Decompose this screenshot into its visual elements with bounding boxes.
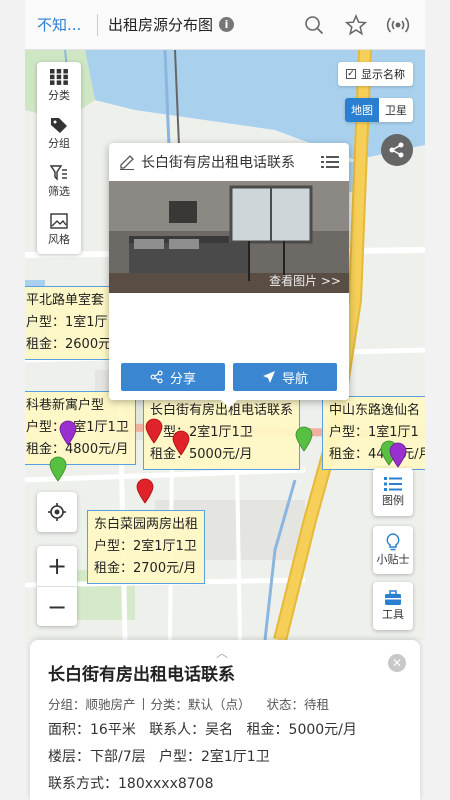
map-label-type: 户型：2室1厅1卫 (26, 420, 129, 435)
navigate-label: 导航 (281, 371, 308, 387)
popup-pointer (221, 400, 237, 408)
image-icon (50, 213, 68, 229)
map-label-type: 户型：1室1厅1 (329, 425, 419, 440)
map-pin-purple[interactable] (389, 442, 407, 468)
detail-type: 户型：2室1厅1卫 (158, 749, 270, 765)
show-names-toggle[interactable]: ✓ 显示名称 (338, 62, 413, 86)
map-label-rent: 租金：4800元/月 (26, 442, 129, 457)
tips-button[interactable]: 小贴士 (373, 526, 413, 574)
listing-popup: 长白街有房出租电话联系 查看图片 >> 分享 导航 (109, 143, 349, 408)
star-icon[interactable] (343, 12, 369, 38)
category-button[interactable]: 分类 (37, 62, 81, 110)
tool-column: 分类 分组 筛选 风格 (37, 62, 81, 254)
divider (142, 698, 144, 710)
show-names-label: 显示名称 (361, 68, 405, 81)
popup-title: 长白街有房出租电话联系 (141, 155, 295, 171)
group-label: 分组 (48, 137, 70, 150)
page-title: 出租房源分布图 (108, 16, 214, 34)
toolbox-icon (385, 590, 401, 605)
map-label-rent: 租金：4400元/月 (329, 447, 425, 462)
share-button[interactable]: 分享 (121, 363, 225, 391)
broadcast-icon[interactable] (385, 12, 411, 38)
share-icon (150, 370, 163, 384)
detail-group: 分组：顺驰房产 (48, 697, 136, 712)
info-icon[interactable]: i (219, 17, 235, 32)
grid-icon (50, 69, 68, 85)
locate-button[interactable] (37, 492, 77, 532)
navigation-arrow-icon (262, 371, 275, 383)
map-label-title: 东白菜园两房出租 (94, 517, 199, 532)
detail-row: 楼层：下部/7层 户型：2室1厅1卫 (48, 746, 270, 766)
view-photos-link[interactable]: 查看图片 >> (269, 272, 341, 289)
zoom-out-button[interactable]: − (37, 586, 77, 626)
zoom-control: + − (37, 546, 77, 626)
map-pin-red[interactable] (172, 430, 190, 456)
tips-label: 小贴士 (376, 553, 410, 566)
listing-photo[interactable]: 查看图片 >> (109, 181, 349, 293)
detail-phone[interactable]: 联系方式：180xxxx8708 (48, 776, 214, 792)
filter-label: 筛选 (48, 185, 70, 198)
detail-rent: 租金：5000元/月 (246, 722, 357, 738)
share-map-button[interactable] (381, 134, 413, 166)
filter-button[interactable]: 筛选 (37, 158, 81, 206)
style-button[interactable]: 风格 (37, 206, 81, 254)
detail-floor: 楼层：下部/7层 (48, 749, 146, 765)
crosshair-icon (48, 503, 66, 521)
map-pin-green[interactable] (49, 456, 67, 482)
list-icon (384, 477, 402, 491)
share-icon (389, 142, 404, 158)
map-view[interactable]: 分类 分组 筛选 风格 ✓ 显示名称 地图 卫星 平北路单室套 户型：1室1厅1… (25, 50, 425, 640)
detail-row: 联系方式：180xxxx8708 (48, 773, 214, 793)
divider (97, 13, 98, 36)
share-label: 分享 (169, 371, 196, 387)
back-button[interactable]: 不知... (25, 14, 97, 35)
filter-icon (50, 165, 67, 181)
legend-label: 图例 (382, 494, 404, 507)
listing-detail-sheet: ︿ 长白街有房出租电话联系 ✕ 分组：顺驰房产 分类：默认（点） 状态：待租 面积… (30, 640, 420, 800)
pen-icon[interactable] (119, 154, 135, 170)
map-label[interactable]: 科巷新寓户型 户型：2室1厅1卫 租金：4800元/月 (25, 391, 136, 465)
style-label: 风格 (48, 233, 70, 246)
list-icon[interactable] (321, 155, 339, 169)
detail-meta-row: 分组：顺驰房产 分类：默认（点） 状态：待租 (48, 694, 329, 713)
tag-icon (51, 118, 67, 133)
detail-area: 面积：16平米 (48, 722, 136, 738)
navigate-button[interactable]: 导航 (233, 363, 337, 391)
map-pin-red[interactable] (136, 478, 154, 504)
zoom-in-button[interactable]: + (37, 546, 77, 586)
tools-label: 工具 (382, 608, 404, 621)
search-icon[interactable] (301, 12, 327, 38)
map-label[interactable]: 东白菜园两房出租 户型：2室1厅1卫 租金：2700元/月 (87, 510, 206, 584)
map-pin-red[interactable] (145, 418, 163, 444)
legend-button[interactable]: 图例 (373, 468, 413, 516)
group-button[interactable]: 分组 (37, 110, 81, 158)
detail-category: 分类：默认（点） (150, 697, 251, 712)
close-button[interactable]: ✕ (388, 654, 406, 672)
map-label-type: 户型：2室1厅1卫 (94, 539, 197, 554)
detail-title: 长白街有房出租电话联系 (48, 665, 235, 685)
chevron-up-icon[interactable]: ︿ (216, 644, 228, 661)
detail-contact: 联系人：吴名 (149, 722, 234, 738)
map-label-title: 中山东路逸仙名 (329, 403, 421, 418)
map-pin-purple[interactable] (59, 420, 77, 446)
tools-button[interactable]: 工具 (373, 582, 413, 630)
map-pin-green[interactable] (295, 426, 313, 452)
map-type-satellite[interactable]: 卫星 (379, 98, 413, 122)
lightbulb-icon (386, 533, 400, 551)
top-bar: 不知... 出租房源分布图 i (25, 0, 425, 50)
detail-row: 面积：16平米 联系人：吴名 租金：5000元/月 (48, 719, 357, 739)
map-label-rent: 租金：2700元/月 (94, 561, 197, 576)
category-label: 分类 (48, 89, 70, 102)
map-type-switch: 地图 卫星 (345, 98, 413, 122)
map-label[interactable]: 中山东路逸仙名 户型：1室1厅1 租金：4400元/月 (322, 396, 425, 470)
detail-status: 状态：待租 (266, 697, 329, 712)
checkbox-icon[interactable]: ✓ (346, 69, 356, 79)
map-type-map[interactable]: 地图 (345, 98, 379, 122)
